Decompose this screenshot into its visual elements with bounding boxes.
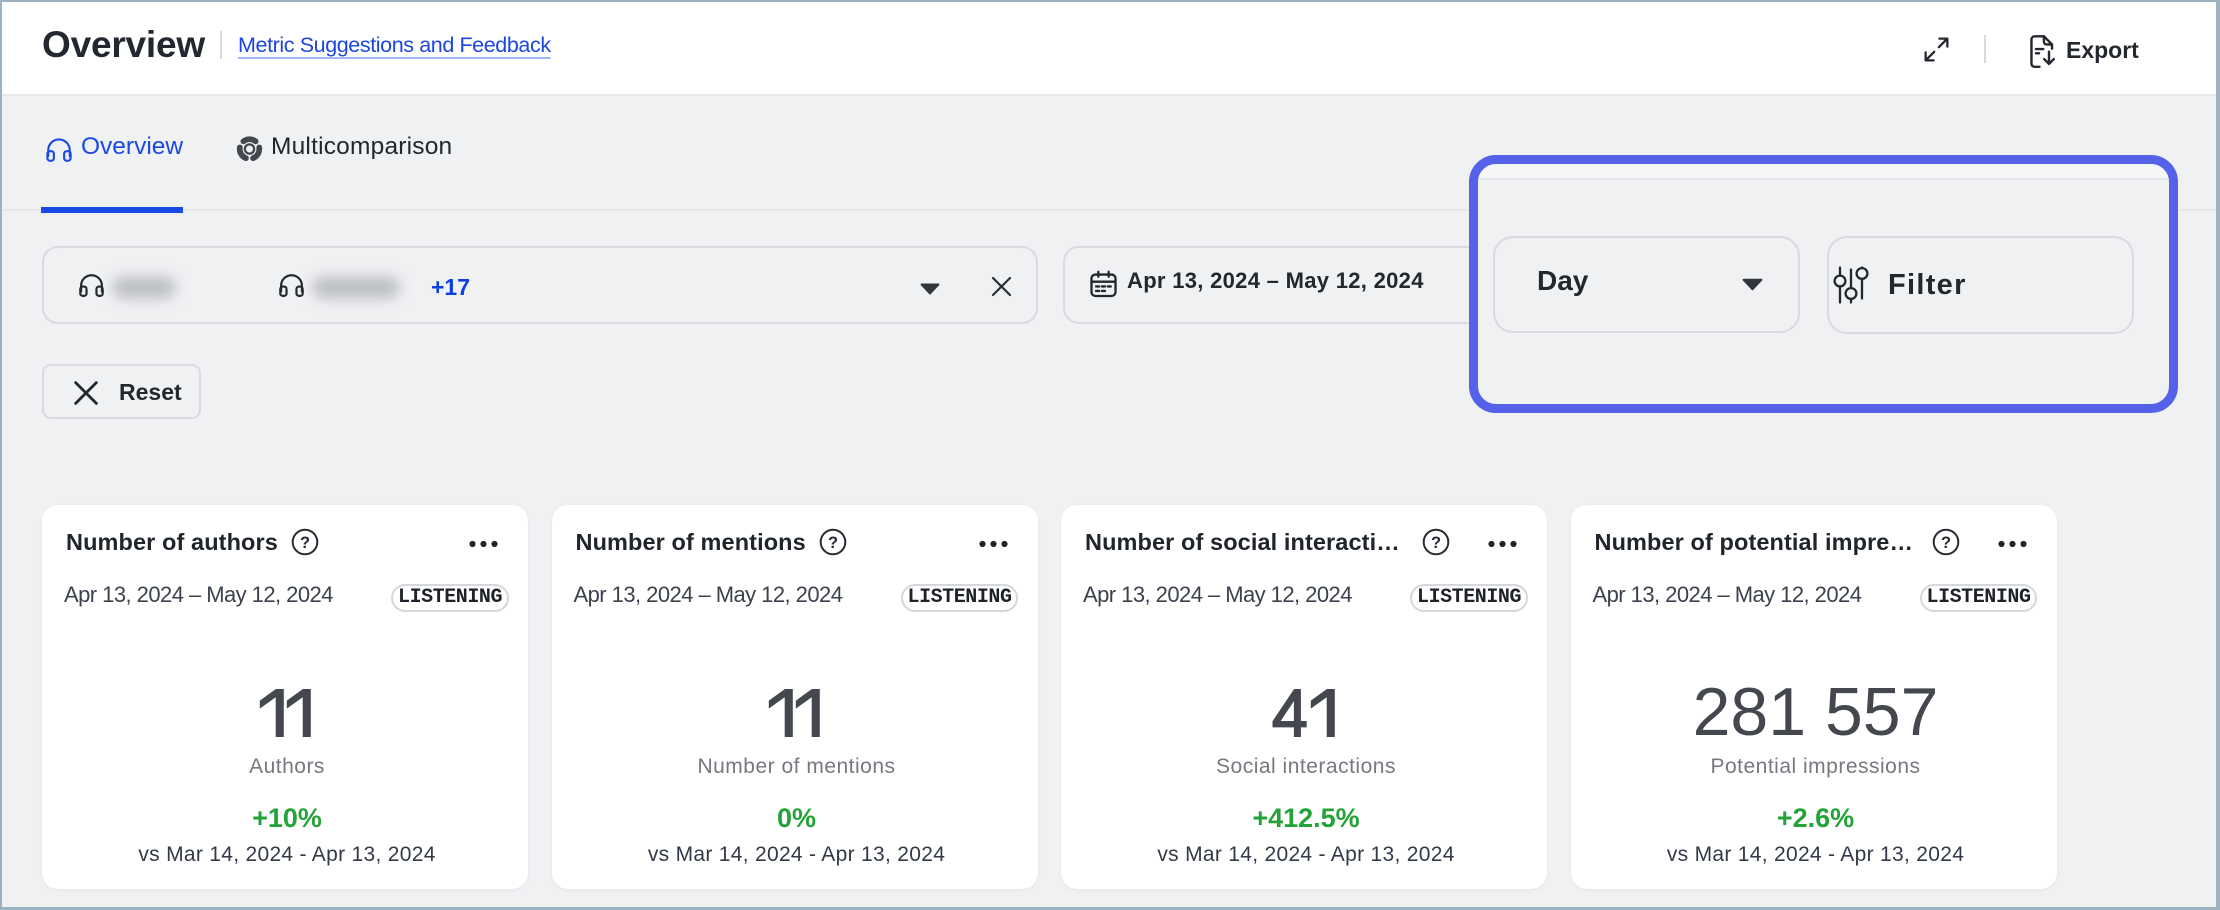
svg-text:?: ? [1940, 534, 1950, 552]
svg-text:?: ? [828, 534, 838, 552]
svg-text:?: ? [1431, 534, 1441, 552]
svg-text:?: ? [300, 534, 310, 552]
